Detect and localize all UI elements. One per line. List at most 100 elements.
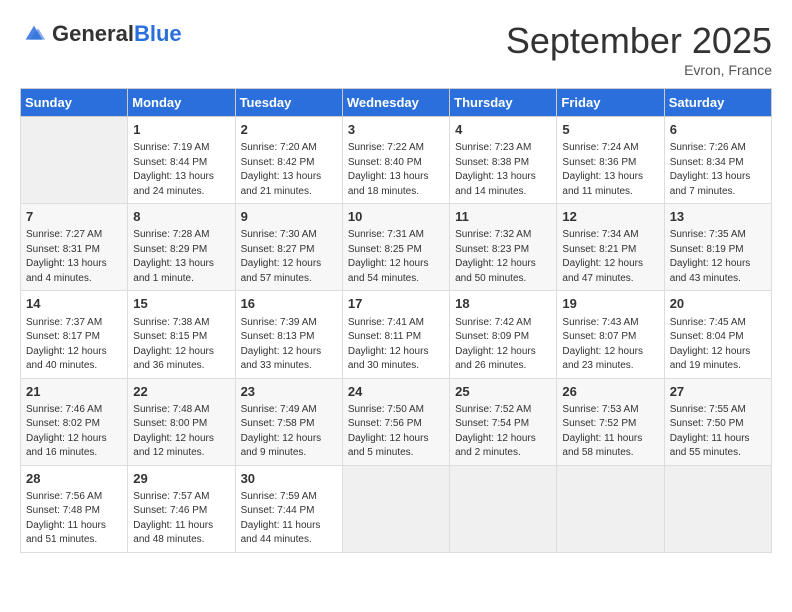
- page-header: GeneralBlue September 2025 Evron, France: [20, 20, 772, 78]
- calendar-cell: 18 Sunrise: 7:42 AM Sunset: 8:09 PM Dayli…: [450, 291, 557, 378]
- calendar-cell: 15 Sunrise: 7:38 AM Sunset: 8:15 PM Dayli…: [128, 291, 235, 378]
- calendar-cell: 13 Sunrise: 7:35 AM Sunset: 8:19 PM Dayli…: [664, 204, 771, 291]
- day-info: Sunrise: 7:46 AM Sunset: 8:02 PM Dayligh…: [26, 403, 122, 461]
- calendar-cell: [664, 465, 771, 552]
- day-info: Sunrise: 7:57 AM Sunset: 7:46 PM Dayligh…: [133, 490, 229, 548]
- day-info: Sunrise: 7:42 AM Sunset: 8:09 PM Dayligh…: [455, 316, 551, 374]
- logo: GeneralBlue: [20, 20, 182, 48]
- day-number: 23: [241, 383, 337, 401]
- calendar-cell: 17 Sunrise: 7:41 AM Sunset: 8:11 PM Dayli…: [342, 291, 449, 378]
- calendar-cell: 24 Sunrise: 7:50 AM Sunset: 7:56 PM Dayli…: [342, 378, 449, 465]
- day-number: 18: [455, 295, 551, 313]
- day-number: 11: [455, 208, 551, 226]
- day-info: Sunrise: 7:35 AM Sunset: 8:19 PM Dayligh…: [670, 228, 766, 286]
- calendar-cell: 26 Sunrise: 7:53 AM Sunset: 7:52 PM Dayli…: [557, 378, 664, 465]
- calendar-cell: 19 Sunrise: 7:43 AM Sunset: 8:07 PM Dayli…: [557, 291, 664, 378]
- logo-icon: [20, 20, 48, 48]
- day-info: Sunrise: 7:43 AM Sunset: 8:07 PM Dayligh…: [562, 316, 658, 374]
- calendar-cell: 25 Sunrise: 7:52 AM Sunset: 7:54 PM Dayli…: [450, 378, 557, 465]
- day-number: 5: [562, 121, 658, 139]
- day-number: 17: [348, 295, 444, 313]
- day-number: 28: [26, 470, 122, 488]
- calendar-cell: 29 Sunrise: 7:57 AM Sunset: 7:46 PM Dayli…: [128, 465, 235, 552]
- weekday-header: Saturday: [664, 89, 771, 117]
- day-info: Sunrise: 7:27 AM Sunset: 8:31 PM Dayligh…: [26, 228, 122, 286]
- day-number: 26: [562, 383, 658, 401]
- day-info: Sunrise: 7:49 AM Sunset: 7:58 PM Dayligh…: [241, 403, 337, 461]
- day-info: Sunrise: 7:30 AM Sunset: 8:27 PM Dayligh…: [241, 228, 337, 286]
- day-info: Sunrise: 7:19 AM Sunset: 8:44 PM Dayligh…: [133, 141, 229, 199]
- day-number: 10: [348, 208, 444, 226]
- calendar-body: 1 Sunrise: 7:19 AM Sunset: 8:44 PM Daylig…: [21, 117, 772, 553]
- calendar-cell: 23 Sunrise: 7:49 AM Sunset: 7:58 PM Dayli…: [235, 378, 342, 465]
- calendar-cell: [21, 117, 128, 204]
- calendar-cell: 10 Sunrise: 7:31 AM Sunset: 8:25 PM Dayli…: [342, 204, 449, 291]
- day-info: Sunrise: 7:28 AM Sunset: 8:29 PM Dayligh…: [133, 228, 229, 286]
- day-number: 21: [26, 383, 122, 401]
- day-info: Sunrise: 7:34 AM Sunset: 8:21 PM Dayligh…: [562, 228, 658, 286]
- logo-general-text: General: [52, 21, 134, 46]
- day-number: 3: [348, 121, 444, 139]
- day-number: 4: [455, 121, 551, 139]
- day-number: 8: [133, 208, 229, 226]
- day-number: 24: [348, 383, 444, 401]
- calendar-cell: 27 Sunrise: 7:55 AM Sunset: 7:50 PM Dayli…: [664, 378, 771, 465]
- calendar-cell: 20 Sunrise: 7:45 AM Sunset: 8:04 PM Dayli…: [664, 291, 771, 378]
- day-number: 29: [133, 470, 229, 488]
- day-info: Sunrise: 7:53 AM Sunset: 7:52 PM Dayligh…: [562, 403, 658, 461]
- calendar-cell: 30Sunrise: 7:59 AM Sunset: 7:44 PM Dayli…: [235, 465, 342, 552]
- location: Evron, France: [506, 62, 772, 78]
- calendar-cell: 2 Sunrise: 7:20 AM Sunset: 8:42 PM Daylig…: [235, 117, 342, 204]
- day-info: Sunrise: 7:23 AM Sunset: 8:38 PM Dayligh…: [455, 141, 551, 199]
- day-number: 20: [670, 295, 766, 313]
- day-info: Sunrise: 7:48 AM Sunset: 8:00 PM Dayligh…: [133, 403, 229, 461]
- day-number: 13: [670, 208, 766, 226]
- calendar-cell: 3 Sunrise: 7:22 AM Sunset: 8:40 PM Daylig…: [342, 117, 449, 204]
- weekday-header: Sunday: [21, 89, 128, 117]
- day-number: 2: [241, 121, 337, 139]
- calendar-cell: 5Sunrise: 7:24 AM Sunset: 8:36 PM Daylig…: [557, 117, 664, 204]
- day-info: Sunrise: 7:52 AM Sunset: 7:54 PM Dayligh…: [455, 403, 551, 461]
- day-info: Sunrise: 7:55 AM Sunset: 7:50 PM Dayligh…: [670, 403, 766, 461]
- day-number: 1: [133, 121, 229, 139]
- day-info: Sunrise: 7:56 AM Sunset: 7:48 PM Dayligh…: [26, 490, 122, 548]
- day-info: Sunrise: 7:50 AM Sunset: 7:56 PM Dayligh…: [348, 403, 444, 461]
- day-number: 25: [455, 383, 551, 401]
- calendar-cell: 8 Sunrise: 7:28 AM Sunset: 8:29 PM Daylig…: [128, 204, 235, 291]
- calendar-cell: 1 Sunrise: 7:19 AM Sunset: 8:44 PM Daylig…: [128, 117, 235, 204]
- day-info: Sunrise: 7:37 AM Sunset: 8:17 PM Dayligh…: [26, 316, 122, 374]
- weekday-header: Wednesday: [342, 89, 449, 117]
- day-info: Sunrise: 7:38 AM Sunset: 8:15 PM Dayligh…: [133, 316, 229, 374]
- calendar-cell: 14 Sunrise: 7:37 AM Sunset: 8:17 PM Dayli…: [21, 291, 128, 378]
- calendar-cell: 4 Sunrise: 7:23 AM Sunset: 8:38 PM Daylig…: [450, 117, 557, 204]
- day-info: Sunrise: 7:45 AM Sunset: 8:04 PM Dayligh…: [670, 316, 766, 374]
- calendar-cell: 22 Sunrise: 7:48 AM Sunset: 8:00 PM Dayli…: [128, 378, 235, 465]
- day-number: 14: [26, 295, 122, 313]
- day-number: 7: [26, 208, 122, 226]
- day-info: Sunrise: 7:32 AM Sunset: 8:23 PM Dayligh…: [455, 228, 551, 286]
- day-info: Sunrise: 7:31 AM Sunset: 8:25 PM Dayligh…: [348, 228, 444, 286]
- day-number: 27: [670, 383, 766, 401]
- calendar-cell: 12 Sunrise: 7:34 AM Sunset: 8:21 PM Dayli…: [557, 204, 664, 291]
- day-info: Sunrise: 7:41 AM Sunset: 8:11 PM Dayligh…: [348, 316, 444, 374]
- day-number: 15: [133, 295, 229, 313]
- weekday-header: Friday: [557, 89, 664, 117]
- day-info: Sunrise: 7:20 AM Sunset: 8:42 PM Dayligh…: [241, 141, 337, 199]
- calendar-cell: 9Sunrise: 7:30 AM Sunset: 8:27 PM Daylig…: [235, 204, 342, 291]
- calendar-cell: 16Sunrise: 7:39 AM Sunset: 8:13 PM Dayli…: [235, 291, 342, 378]
- calendar-cell: 6Sunrise: 7:26 AM Sunset: 8:34 PM Daylig…: [664, 117, 771, 204]
- day-number: 6: [670, 121, 766, 139]
- day-number: 16: [241, 295, 337, 313]
- day-number: 30: [241, 470, 337, 488]
- day-number: 19: [562, 295, 658, 313]
- calendar-cell: 28 Sunrise: 7:56 AM Sunset: 7:48 PM Dayli…: [21, 465, 128, 552]
- day-info: Sunrise: 7:22 AM Sunset: 8:40 PM Dayligh…: [348, 141, 444, 199]
- day-number: 22: [133, 383, 229, 401]
- weekday-header: Tuesday: [235, 89, 342, 117]
- title-block: September 2025 Evron, France: [506, 20, 772, 78]
- calendar-cell: 21 Sunrise: 7:46 AM Sunset: 8:02 PM Dayli…: [21, 378, 128, 465]
- weekday-header: Monday: [128, 89, 235, 117]
- day-number: 12: [562, 208, 658, 226]
- weekday-header: Thursday: [450, 89, 557, 117]
- calendar-header: SundayMondayTuesdayWednesdayThursdayFrid…: [21, 89, 772, 117]
